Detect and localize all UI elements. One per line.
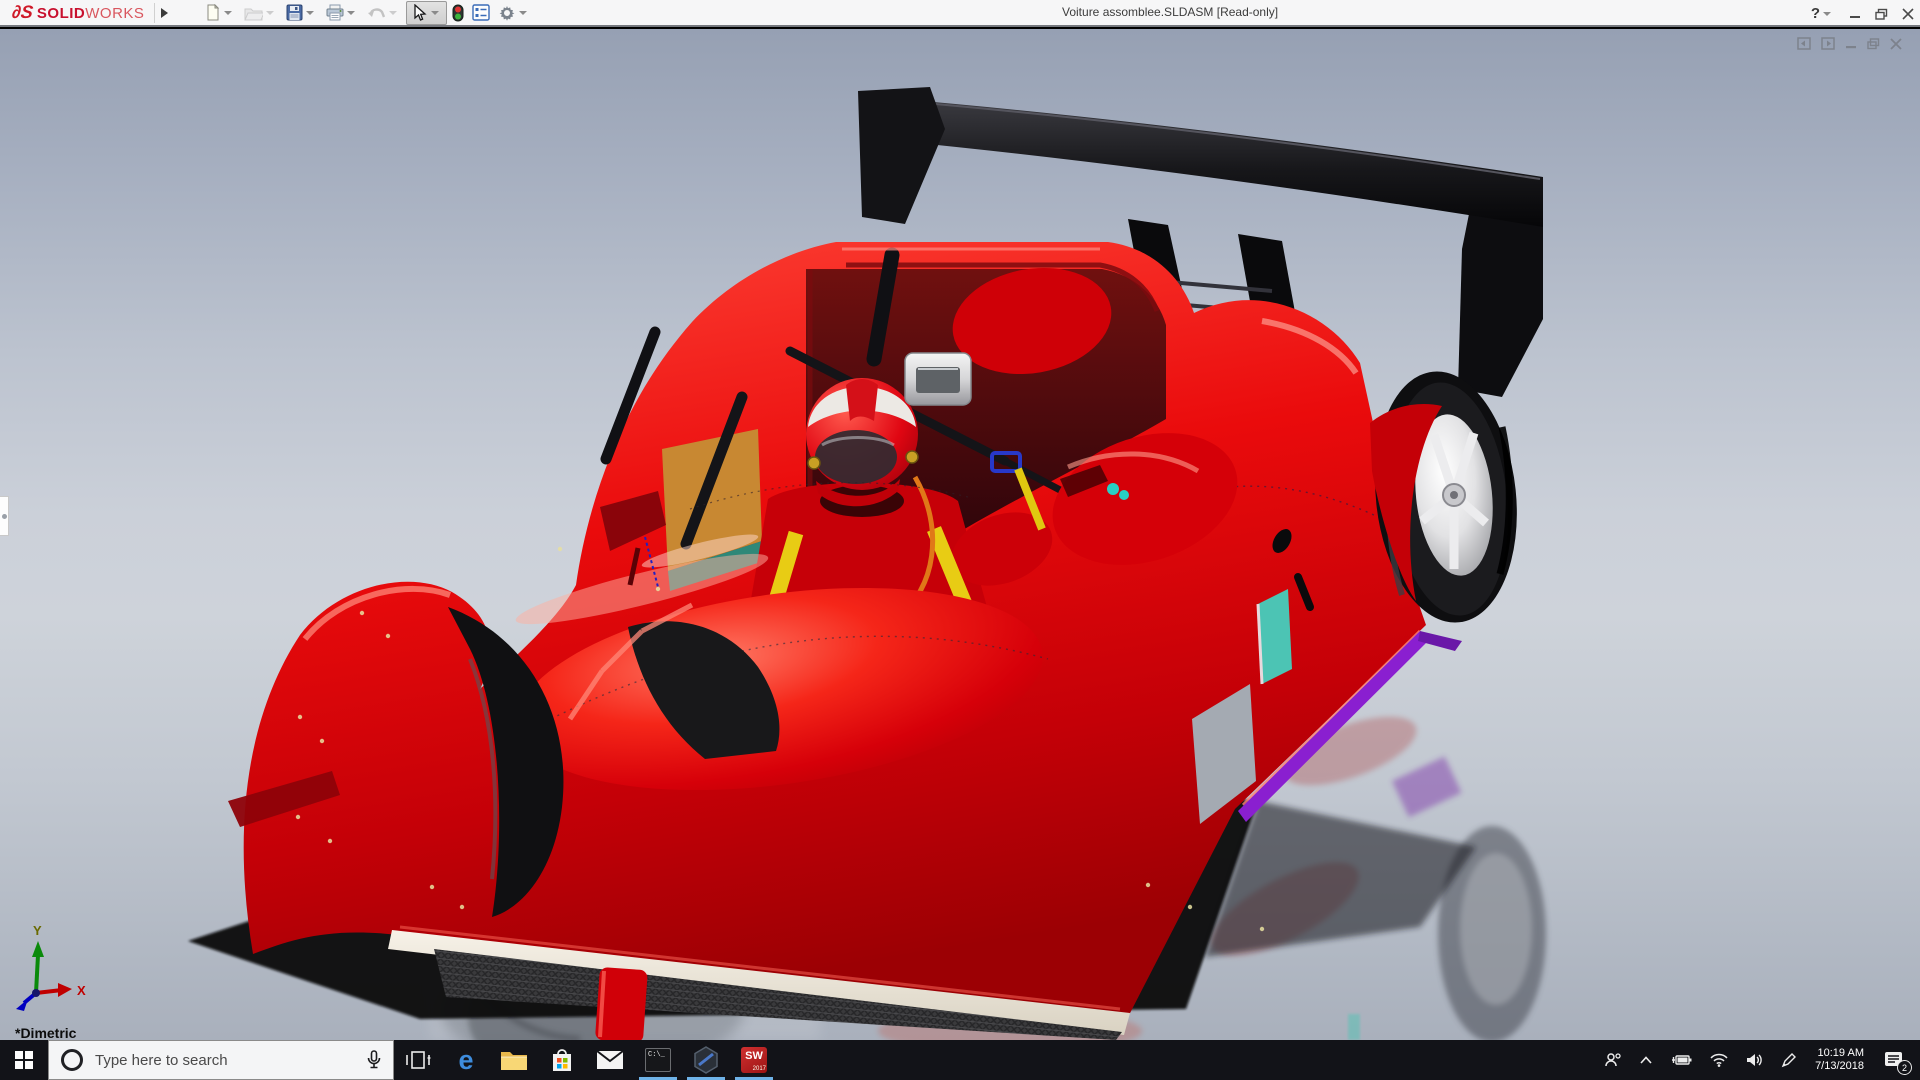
teal-duct bbox=[1258, 589, 1292, 684]
rear-view-mirror[interactable] bbox=[904, 352, 972, 406]
cyan-fitting bbox=[1107, 483, 1119, 495]
wing-endplate-left bbox=[858, 87, 945, 224]
people-icon bbox=[1605, 1053, 1621, 1067]
pen-icon bbox=[1781, 1052, 1797, 1067]
document-title: Voiture assomblee.SLDASM [Read-only] bbox=[1062, 5, 1279, 19]
new-document-button[interactable] bbox=[202, 2, 239, 23]
pane-right-button[interactable] bbox=[1821, 37, 1835, 50]
viewport-window-controls bbox=[1797, 37, 1902, 50]
car-3d-render: Y X bbox=[16, 87, 1546, 1040]
power-status[interactable] bbox=[1661, 1040, 1701, 1080]
command-prompt-icon: C:\_ bbox=[645, 1048, 671, 1072]
traffic-light-icon bbox=[452, 4, 464, 21]
viewport-close-button[interactable] bbox=[1890, 37, 1902, 50]
show-hidden-icons-button[interactable] bbox=[1631, 1040, 1661, 1080]
battery-icon bbox=[1672, 1055, 1692, 1065]
y-axis-label: Y bbox=[33, 923, 42, 938]
task-view-button[interactable] bbox=[394, 1040, 442, 1080]
undo-arrow-icon bbox=[368, 7, 386, 17]
select-cursor-icon bbox=[414, 3, 427, 21]
feature-manager-collapsed-tab[interactable] bbox=[0, 496, 9, 536]
interference-check-button[interactable] bbox=[449, 2, 467, 24]
volume-status[interactable] bbox=[1737, 1040, 1772, 1080]
search-input[interactable] bbox=[93, 1050, 355, 1070]
expand-menu-arrow-icon[interactable] bbox=[161, 7, 169, 18]
window-controls: ? bbox=[1811, 0, 1914, 27]
title-bar: ∂S SOLID WORKS Voiture assomblee.SLDASM … bbox=[0, 0, 1920, 27]
action-center-button[interactable]: 2 bbox=[1874, 1040, 1920, 1080]
x-axis-label: X bbox=[77, 983, 86, 998]
tab-dot bbox=[2, 514, 7, 519]
taskbar-solidworks[interactable]: SW 2017 bbox=[730, 1040, 778, 1080]
restore-button[interactable] bbox=[1875, 8, 1888, 20]
chevron-up-icon bbox=[1640, 1056, 1652, 1064]
wifi-icon bbox=[1710, 1053, 1728, 1067]
help-caret[interactable] bbox=[1823, 11, 1831, 16]
network-status[interactable] bbox=[1701, 1040, 1737, 1080]
new-document-icon bbox=[207, 4, 220, 21]
quick-toolbar bbox=[202, 0, 534, 25]
solidworks-logo: ∂S SOLID WORKS bbox=[10, 2, 145, 22]
mail-icon bbox=[596, 1050, 624, 1069]
microphone-icon[interactable] bbox=[367, 1050, 381, 1070]
system-tray: 10:19 AM 7/13/2018 2 bbox=[1595, 1040, 1920, 1080]
properties-list-icon bbox=[472, 4, 491, 21]
cyan-fitting bbox=[1119, 490, 1129, 500]
close-button[interactable] bbox=[1902, 7, 1914, 20]
taskbar-edrawings[interactable] bbox=[682, 1040, 730, 1080]
taskbar-mail[interactable] bbox=[586, 1040, 634, 1080]
z-axis-arrow bbox=[16, 999, 28, 1011]
taskbar-edge[interactable]: e bbox=[442, 1040, 490, 1080]
taskbar-search[interactable] bbox=[48, 1040, 394, 1080]
save-button[interactable] bbox=[283, 2, 321, 23]
windows-ink-button[interactable] bbox=[1772, 1040, 1805, 1080]
select-tool-button[interactable] bbox=[406, 0, 448, 25]
pane-left-button[interactable] bbox=[1797, 37, 1811, 50]
visor-pivot bbox=[905, 450, 919, 464]
options-button[interactable] bbox=[495, 2, 534, 24]
properties-button[interactable] bbox=[469, 2, 493, 23]
windows-taskbar: e C:\_ SW 2017 bbox=[0, 1040, 1920, 1080]
minimize-button[interactable] bbox=[1849, 8, 1861, 20]
solidworks-app-icon: SW 2017 bbox=[741, 1047, 767, 1073]
print-icon bbox=[326, 4, 344, 21]
clock-time: 10:19 AM bbox=[1817, 1047, 1864, 1059]
speaker-icon bbox=[1747, 1054, 1762, 1066]
store-icon bbox=[553, 1049, 571, 1071]
open-button[interactable] bbox=[241, 3, 281, 23]
clock-date: 7/13/2018 bbox=[1815, 1060, 1864, 1072]
open-folder-icon bbox=[244, 8, 264, 20]
solidworks-ds-glyph: ∂S bbox=[10, 2, 35, 22]
viewport-minimize-button[interactable] bbox=[1845, 38, 1857, 50]
undo-button[interactable] bbox=[364, 3, 404, 23]
x-axis-arrow bbox=[58, 983, 72, 997]
gear-icon bbox=[500, 5, 515, 21]
file-explorer-icon bbox=[501, 1052, 527, 1070]
help-button[interactable]: ? bbox=[1811, 5, 1820, 22]
wing-blade bbox=[898, 99, 1543, 227]
cortana-icon bbox=[61, 1049, 83, 1071]
taskbar-command-prompt[interactable]: C:\_ bbox=[634, 1040, 682, 1080]
select-tool-caret bbox=[431, 10, 440, 15]
taskbar-clock[interactable]: 10:19 AM 7/13/2018 bbox=[1805, 1047, 1874, 1073]
y-axis-arrow bbox=[32, 941, 44, 957]
edge-icon: e bbox=[458, 1044, 474, 1075]
graphics-viewport[interactable]: Y X *Dimetric bbox=[0, 29, 1920, 1041]
task-view-icon bbox=[406, 1051, 431, 1069]
taskbar-store[interactable] bbox=[538, 1040, 586, 1080]
divider bbox=[154, 2, 156, 23]
taskbar-file-explorer[interactable] bbox=[490, 1040, 538, 1080]
view-orientation-label: *Dimetric bbox=[15, 1025, 77, 1041]
viewport-restore-button[interactable] bbox=[1867, 37, 1880, 50]
hexagon-app-icon bbox=[694, 1046, 718, 1074]
print-button[interactable] bbox=[323, 2, 362, 23]
notification-badge: 2 bbox=[1897, 1060, 1912, 1075]
start-button[interactable] bbox=[0, 1040, 48, 1080]
people-button[interactable] bbox=[1595, 1040, 1631, 1080]
orientation-triad: Y X bbox=[16, 923, 86, 1011]
windows-logo-icon bbox=[15, 1051, 33, 1069]
visor-pivot bbox=[807, 456, 821, 470]
save-icon bbox=[286, 4, 303, 21]
